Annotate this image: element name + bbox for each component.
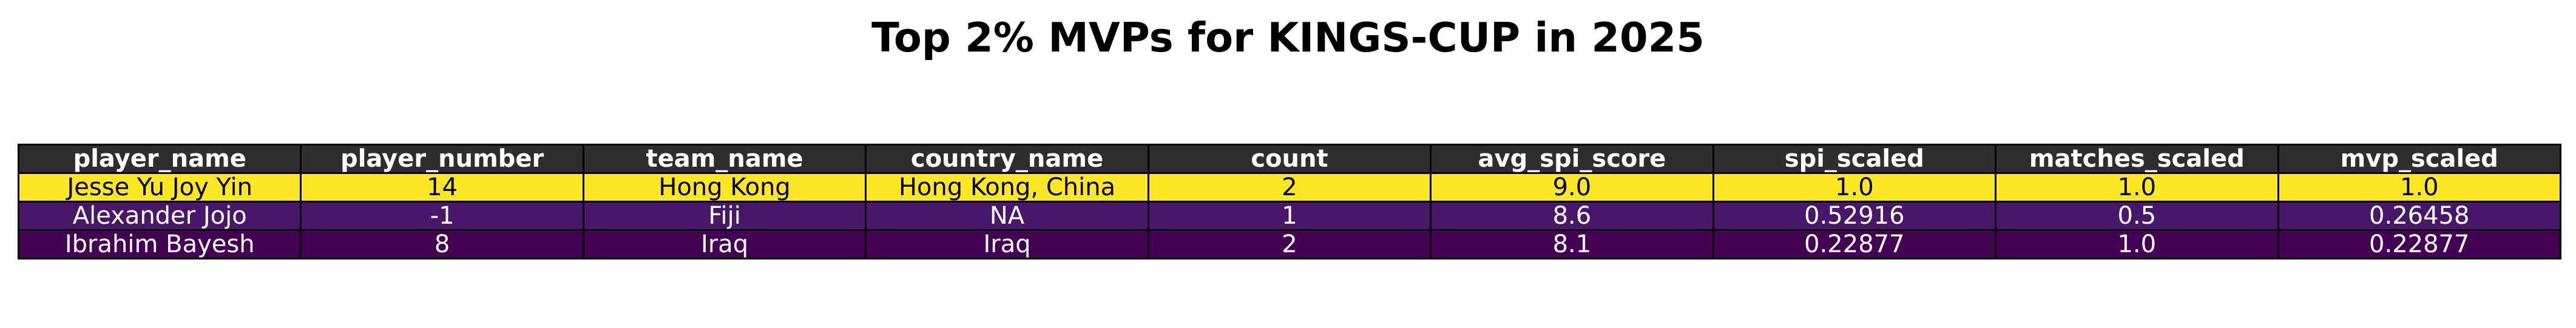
cell-matches-scaled: 1.0: [1995, 229, 2279, 259]
cell-avg-spi-score: 8.1: [1430, 229, 1714, 259]
column-header-count: count: [1147, 144, 1432, 174]
header-row: player_name player_number team_name country…: [17, 144, 2561, 174]
cell-mvp-scaled: 0.26458: [2277, 201, 2561, 231]
chart-title: Top 2% MVPs for KINGS-CUP in 2025: [871, 14, 1705, 61]
cell-player-number: 14: [300, 172, 584, 202]
cell-count: 1: [1147, 201, 1432, 231]
cell-mvp-scaled: 1.0: [2277, 172, 2561, 202]
cell-avg-spi-score: 8.6: [1430, 201, 1714, 231]
cell-count: 2: [1147, 229, 1432, 259]
cell-avg-spi-score: 9.0: [1430, 172, 1714, 202]
cell-mvp-scaled: 0.22877: [2277, 229, 2561, 259]
cell-spi-scaled: 0.22877: [1712, 229, 1997, 259]
cell-team-name: Hong Kong: [582, 172, 867, 202]
cell-count: 2: [1147, 172, 1432, 202]
cell-country-name: Hong Kong, China: [865, 172, 1149, 202]
cell-matches-scaled: 1.0: [1995, 172, 2279, 202]
table-body: Jesse Yu Joy Yin 14 Hong Kong Hong Kong, Ch…: [17, 172, 2561, 259]
mvp-table-container: player_name player_number team_name country…: [17, 144, 2561, 259]
cell-spi-scaled: 1.0: [1712, 172, 1997, 202]
cell-player-number: 8: [300, 229, 584, 259]
cell-team-name: Iraq: [582, 229, 867, 259]
column-header-matches-scaled: matches_scaled: [1995, 144, 2279, 174]
table-row: Jesse Yu Joy Yin 14 Hong Kong Hong Kong, Ch…: [17, 172, 2561, 202]
table-row: Alexander Jojo -1 Fiji NA 1 8.6 0.52916 0.5 0.26…: [17, 201, 2561, 231]
column-header-player-number: player_number: [300, 144, 584, 174]
column-header-country-name: country_name: [865, 144, 1149, 174]
cell-player-number: -1: [300, 201, 584, 231]
cell-team-name: Fiji: [582, 201, 867, 231]
column-header-player-name: player_name: [17, 144, 302, 174]
cell-player-name: Alexander Jojo: [17, 201, 302, 231]
cell-player-name: Ibrahim Bayesh: [17, 229, 302, 259]
cell-player-name: Jesse Yu Joy Yin: [17, 172, 302, 202]
column-header-mvp-scaled: mvp_scaled: [2277, 144, 2561, 174]
cell-matches-scaled: 0.5: [1995, 201, 2279, 231]
column-header-spi-scaled: spi_scaled: [1712, 144, 1997, 174]
table-header: player_name player_number team_name country…: [17, 144, 2561, 174]
cell-spi-scaled: 0.52916: [1712, 201, 1997, 231]
cell-country-name: Iraq: [865, 229, 1149, 259]
column-header-team-name: team_name: [582, 144, 867, 174]
table-row: Ibrahim Bayesh 8 Iraq Iraq 2 8.1 0.22877 1.0 0.2…: [17, 229, 2561, 259]
column-header-avg-spi-score: avg_spi_score: [1430, 144, 1714, 174]
cell-country-name: NA: [865, 201, 1149, 231]
mvp-table: player_name player_number team_name country…: [17, 144, 2561, 259]
